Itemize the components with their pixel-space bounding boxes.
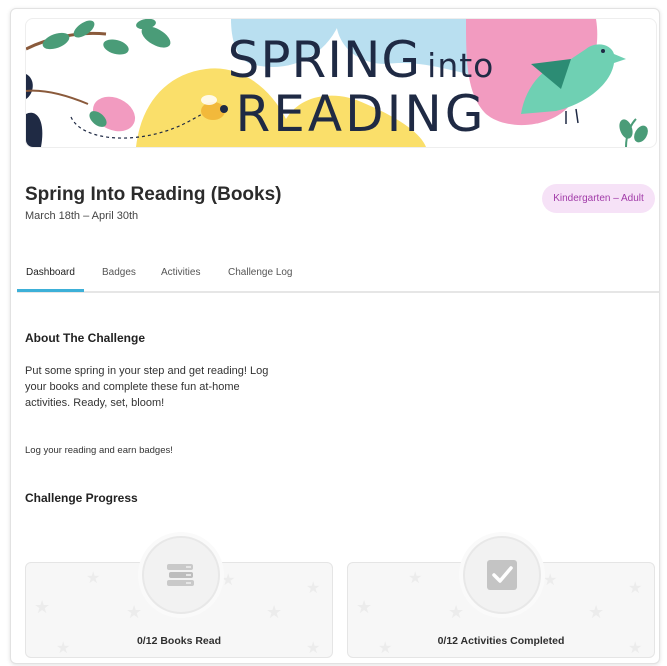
challenge-title: Spring Into Reading (Books): [25, 184, 282, 205]
banner-title-line2: READING: [235, 85, 487, 143]
svg-text:★: ★: [306, 580, 320, 597]
svg-text:★: ★: [408, 570, 422, 587]
svg-text:★: ★: [543, 572, 557, 589]
svg-text:★: ★: [221, 572, 235, 589]
about-heading: About The Challenge: [25, 331, 145, 345]
svg-text:★: ★: [448, 602, 464, 622]
svg-text:★: ★: [266, 602, 282, 622]
about-description: Put some spring in your step and get rea…: [25, 365, 269, 409]
banner-title: SPRING into READING: [206, 35, 516, 139]
books-badge-circle: [142, 536, 220, 614]
challenge-banner: SPRING into READING: [25, 18, 657, 148]
svg-text:★: ★: [34, 597, 50, 617]
books-progress-label: 0/12 Books Read: [136, 635, 222, 647]
tab-bar: Dashboard Badges Activities Challenge Lo…: [17, 261, 659, 293]
svg-text:★: ★: [628, 580, 642, 597]
checkbox-icon: [487, 560, 517, 590]
svg-text:★: ★: [86, 570, 100, 587]
activities-progress-label: 0/12 Activities Completed: [437, 635, 565, 647]
tab-challenge-log[interactable]: Challenge Log: [228, 267, 293, 291]
active-tab-indicator: [17, 289, 84, 292]
tab-activities[interactable]: Activities: [161, 267, 200, 291]
log-prompt: Log your reading and earn badges!: [25, 445, 173, 456]
svg-text:★: ★: [126, 602, 142, 622]
activities-badge-circle: [463, 536, 541, 614]
progress-heading: Challenge Progress: [25, 491, 138, 505]
books-stack-icon: [167, 564, 194, 586]
svg-text:★: ★: [588, 602, 604, 622]
challenge-dates: March 18th – April 30th: [25, 210, 139, 222]
svg-text:★: ★: [356, 597, 372, 617]
banner-title-into: into: [427, 46, 495, 85]
tab-dashboard[interactable]: Dashboard: [26, 267, 75, 291]
audience-badge: Kindergarten – Adult: [542, 184, 655, 213]
tab-badges[interactable]: Badges: [102, 267, 136, 291]
banner-title-line1: SPRING: [227, 31, 422, 89]
challenge-page: SPRING into READING Spring Into Reading (…: [10, 8, 660, 664]
